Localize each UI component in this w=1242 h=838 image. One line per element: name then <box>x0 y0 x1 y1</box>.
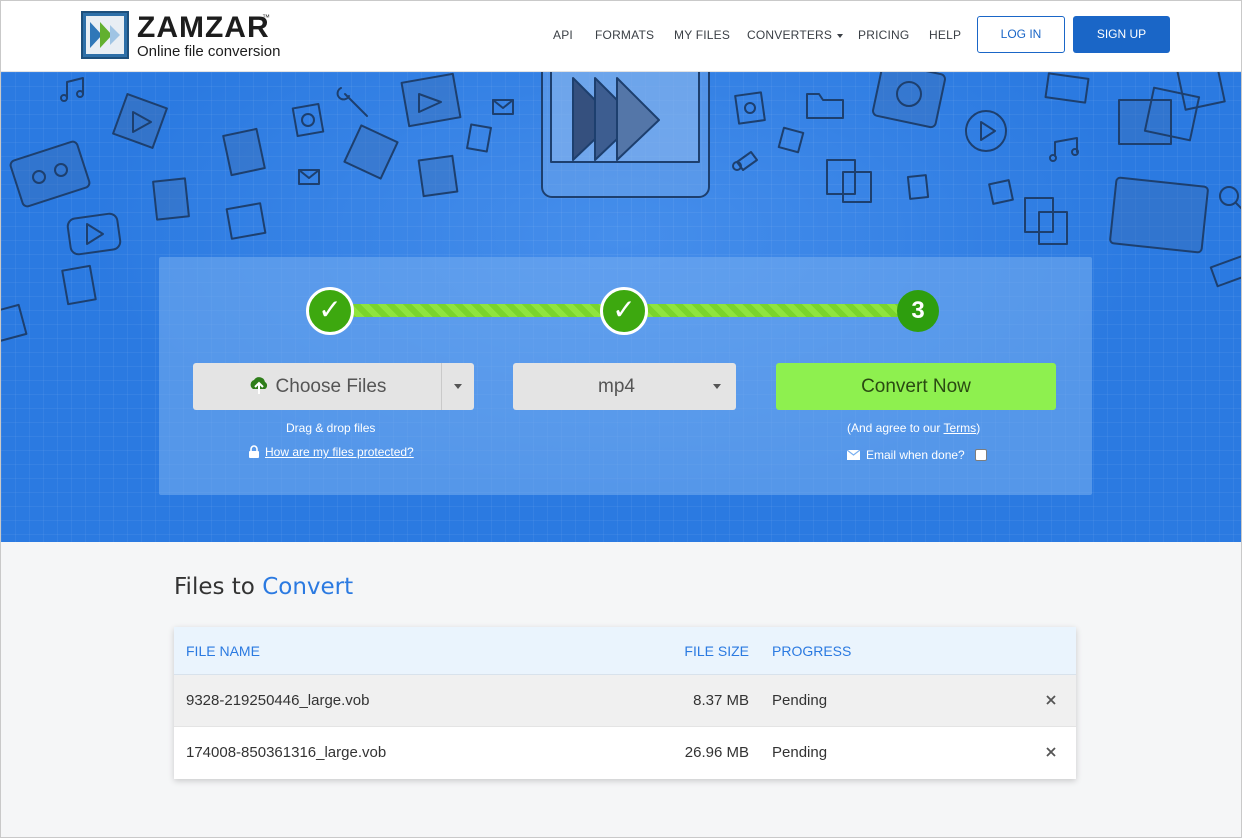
files-section-title: Files to Convert <box>174 574 353 600</box>
files-table-header: FILE NAME FILE SIZE PROGRESS <box>174 627 1076 675</box>
tablet-play-icon <box>541 72 710 198</box>
music-note-icon-mid <box>732 151 758 171</box>
picture-stack-icon <box>1118 86 1201 145</box>
files-table: FILE NAME FILE SIZE PROGRESS 9328-219250… <box>174 627 1076 779</box>
terms-agreement: (And agree to our Terms) <box>847 421 980 435</box>
clock-file-icon <box>291 102 325 138</box>
nav-help[interactable]: HELP <box>929 28 961 42</box>
choose-files-button[interactable]: Choose Files <box>193 363 474 410</box>
remove-file-icon[interactable] <box>1044 693 1058 707</box>
camera-icon-left <box>1 303 28 343</box>
step-1-done: ✓ <box>306 287 354 335</box>
search-icon-deco <box>1219 186 1241 210</box>
clip-file-icon-right <box>777 126 805 154</box>
envelope-icon-mid <box>492 99 514 115</box>
table-row: 174008-850361316_large.vob 26.96 MB Pend… <box>174 727 1076 779</box>
column-file-size: FILE SIZE <box>684 643 749 659</box>
person-file-icon <box>417 154 459 198</box>
nav-formats[interactable]: FORMATS <box>595 28 654 42</box>
logo-wordmark: ZAMZAR <box>137 11 270 44</box>
choose-files-label: Choose Files <box>275 376 387 397</box>
nav-api[interactable]: API <box>553 28 573 42</box>
nav-pricing[interactable]: PRICING <box>858 28 909 42</box>
column-progress: PROGRESS <box>772 643 852 659</box>
logo-play-icon <box>81 11 129 59</box>
step-3-current: 3 <box>897 290 939 332</box>
format-select[interactable]: mp4 <box>513 363 736 410</box>
file-size-cell: 26.96 MB <box>684 744 749 761</box>
email-when-done-label: Email when done? <box>866 448 965 462</box>
login-button[interactable]: LOG IN <box>977 16 1065 53</box>
email-when-done: Email when done? <box>847 448 965 462</box>
file-name-cell: 174008-850361316_large.vob <box>186 744 387 761</box>
music-note-icon-left <box>60 77 84 102</box>
chevron-down-icon <box>837 33 844 38</box>
image-file-icon <box>400 72 462 128</box>
doc-file-icon <box>61 264 97 306</box>
camera-file-icon <box>734 91 766 125</box>
ruler-icon <box>1209 252 1241 288</box>
music-note-icon-right <box>1049 137 1079 162</box>
lock-icon <box>249 445 259 458</box>
envelope-icon-left <box>298 169 320 185</box>
caret-down-icon <box>713 384 721 389</box>
remove-file-icon[interactable] <box>1044 745 1058 759</box>
picture-file-icon <box>225 202 267 240</box>
terms-link[interactable]: Terms <box>944 421 977 435</box>
check-icon: ✓ <box>318 294 342 325</box>
nav-my-files[interactable]: MY FILES <box>674 28 730 42</box>
drag-drop-hint: Drag & drop files <box>286 421 376 435</box>
files-protected-label: How are my files protected? <box>265 445 414 459</box>
column-file-name: FILE NAME <box>186 643 260 659</box>
choose-files-main[interactable]: Choose Files <box>193 363 441 410</box>
laptop-icon <box>1109 176 1209 254</box>
nav-converters[interactable]: CONVERTERS <box>747 28 844 42</box>
progress-cell: Pending <box>772 692 828 709</box>
table-row: 9328-219250446_large.vob 8.37 MB Pending <box>174 675 1076 727</box>
refresh-file-icon <box>872 72 946 129</box>
agree-prefix: (And agree to our <box>847 421 944 435</box>
play-circle-icon <box>965 110 1007 152</box>
logo-tagline: Online file conversion <box>137 43 281 60</box>
file-name-cell: 9328-219250446_large.vob <box>186 692 370 709</box>
file-size-cell: 8.37 MB <box>693 692 749 709</box>
agree-suffix: ) <box>976 421 981 435</box>
envelope-icon <box>847 449 860 460</box>
film-icon <box>343 124 399 180</box>
format-select-value: mp4 <box>598 376 635 397</box>
zamzar-logo[interactable]: ZAMZAR ™ Online file conversion <box>81 11 301 63</box>
play-screen-icon <box>66 212 122 256</box>
step-2-done: ✓ <box>600 287 648 335</box>
choose-files-dropdown-toggle[interactable] <box>441 363 474 410</box>
folder-icon <box>806 93 844 119</box>
logo-trademark: ™ <box>262 13 270 22</box>
convert-now-button[interactable]: Convert Now <box>776 363 1056 410</box>
signup-button[interactable]: SIGN UP <box>1073 16 1170 53</box>
picture-frame-icon-top <box>1044 72 1090 104</box>
mp3-file-icon <box>222 127 266 177</box>
nav-converters-label: CONVERTERS <box>747 28 833 42</box>
mpg-file-icon <box>152 177 190 221</box>
progress-cell: Pending <box>772 744 828 761</box>
caret-down-icon <box>454 384 462 389</box>
copy-files-icon <box>826 159 872 203</box>
copy-files-icon-right <box>1024 197 1068 245</box>
play-diamond-icon <box>112 93 168 149</box>
files-title-accent: Convert <box>262 574 354 600</box>
wrench-icon <box>336 87 368 117</box>
email-when-done-checkbox[interactable] <box>975 449 987 461</box>
files-title-part1: Files to <box>174 574 263 600</box>
small-file-icon <box>906 174 930 200</box>
calculator-icon <box>1176 72 1226 111</box>
check-icon: ✓ <box>612 294 636 325</box>
cloud-upload-icon <box>250 377 267 394</box>
clip-file-icon <box>466 123 492 153</box>
files-protected-link[interactable]: How are my files protected? <box>248 445 414 459</box>
cassette-icon <box>9 140 91 208</box>
site-header: ZAMZAR ™ Online file conversion API FORM… <box>1 1 1241 72</box>
clip-file-icon-right2 <box>988 179 1014 205</box>
